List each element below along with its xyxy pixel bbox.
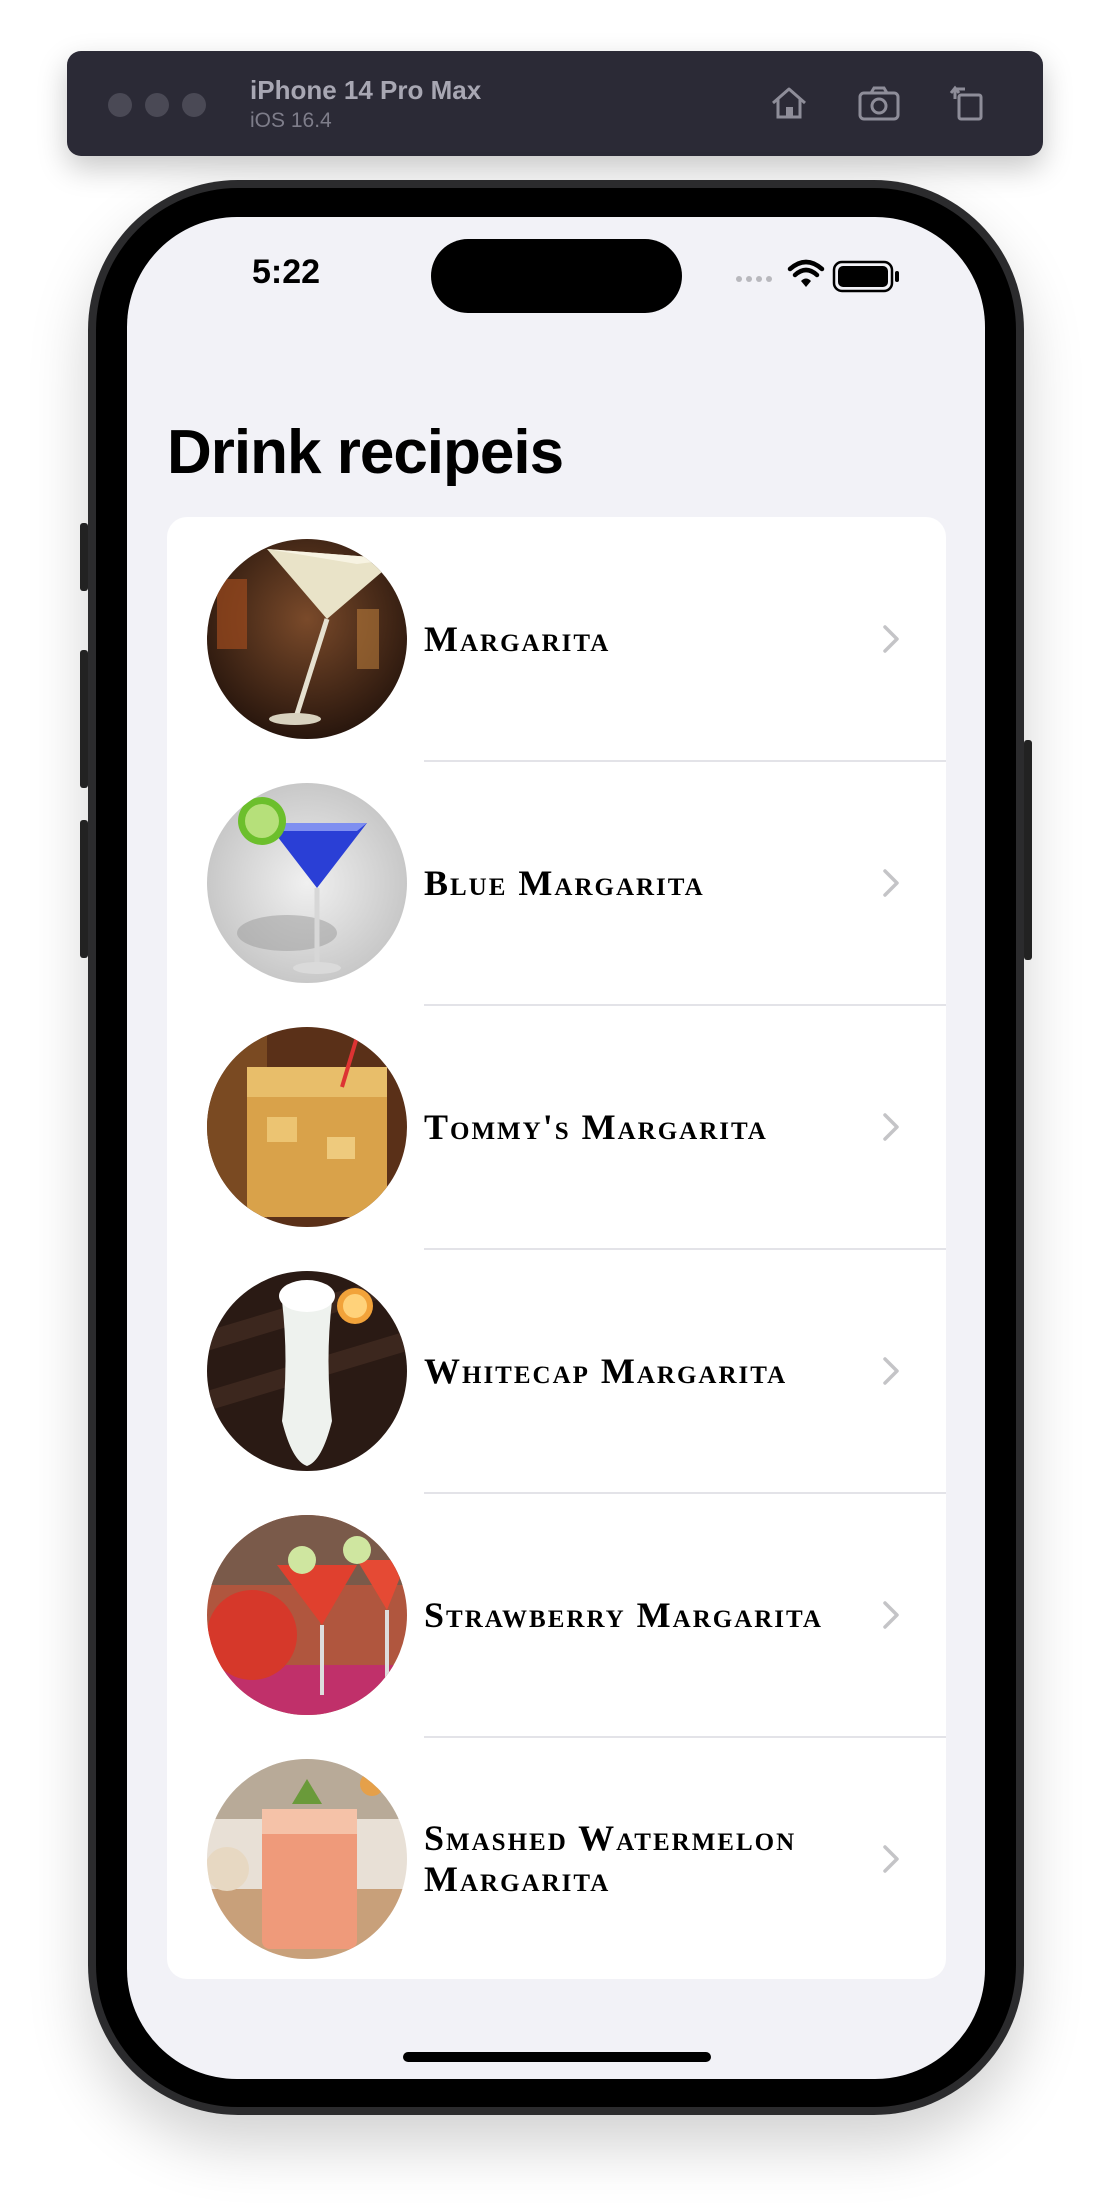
list-item-whitecap-margarita[interactable]: Whitecap Margarita <box>167 1249 946 1493</box>
strawberry-margarita-photo <box>207 1515 407 1715</box>
chevron-right-icon <box>883 869 899 897</box>
window-zoom-button[interactable] <box>182 93 206 117</box>
chevron-right-icon <box>883 1845 899 1873</box>
list-item-smashed-watermelon-margarita[interactable]: Smashed Watermelon Margarita <box>167 1737 946 1979</box>
action-button <box>80 523 88 591</box>
status-icons <box>736 259 899 293</box>
status-time: 5:22 <box>252 253 321 291</box>
list-item-blue-margarita[interactable]: Blue Margarita <box>167 761 946 1005</box>
recipe-list: Margarita Blue Margarita Tommy's Margari… <box>167 517 946 1979</box>
whitecap-margarita-photo <box>207 1271 407 1471</box>
list-item-tommys-margarita[interactable]: Tommy's Margarita <box>167 1005 946 1249</box>
recipe-name: Whitecap Margarita <box>424 1350 788 1391</box>
recipe-name: Tommy's Margarita <box>424 1106 768 1147</box>
recipe-name: Strawberry Margarita <box>424 1594 823 1635</box>
recipe-name: Margarita <box>424 618 611 659</box>
dynamic-island <box>431 239 682 313</box>
list-item-margarita[interactable]: Margarita <box>167 517 946 761</box>
page-title: Drink recipeis <box>167 418 564 487</box>
os-version: iOS 16.4 <box>250 109 332 132</box>
volume-down-button <box>80 820 88 958</box>
recipe-name: Blue Margarita <box>424 862 705 903</box>
chevron-right-icon <box>883 1601 899 1629</box>
cellular-icon <box>736 276 772 282</box>
window-close-button[interactable] <box>108 93 132 117</box>
blue-margarita-photo <box>207 783 407 983</box>
rotate-icon[interactable] <box>945 79 993 127</box>
window-minimize-button[interactable] <box>145 93 169 117</box>
screenshot-icon[interactable] <box>855 79 903 127</box>
simulator-toolbar: iPhone 14 Pro Max iOS 16.4 <box>67 51 1043 156</box>
home-icon[interactable] <box>765 79 813 127</box>
wifi-icon <box>787 259 825 287</box>
volume-up-button <box>80 650 88 788</box>
smashed-watermelon-margarita-photo <box>207 1759 407 1959</box>
app-screen: 5:22 Drink recipeis Margarita Blue Marga… <box>127 217 985 2079</box>
battery-icon <box>832 260 899 293</box>
device-name: iPhone 14 Pro Max <box>250 75 482 105</box>
chevron-right-icon <box>883 625 899 653</box>
power-button <box>1024 740 1032 960</box>
chevron-right-icon <box>883 1113 899 1141</box>
margarita-photo <box>207 539 407 739</box>
chevron-right-icon <box>883 1357 899 1385</box>
home-indicator[interactable] <box>403 2052 711 2062</box>
recipe-name: Smashed Watermelon Margarita <box>424 1818 797 1899</box>
tommys-margarita-photo <box>207 1027 407 1227</box>
list-item-strawberry-margarita[interactable]: Strawberry Margarita <box>167 1493 946 1737</box>
